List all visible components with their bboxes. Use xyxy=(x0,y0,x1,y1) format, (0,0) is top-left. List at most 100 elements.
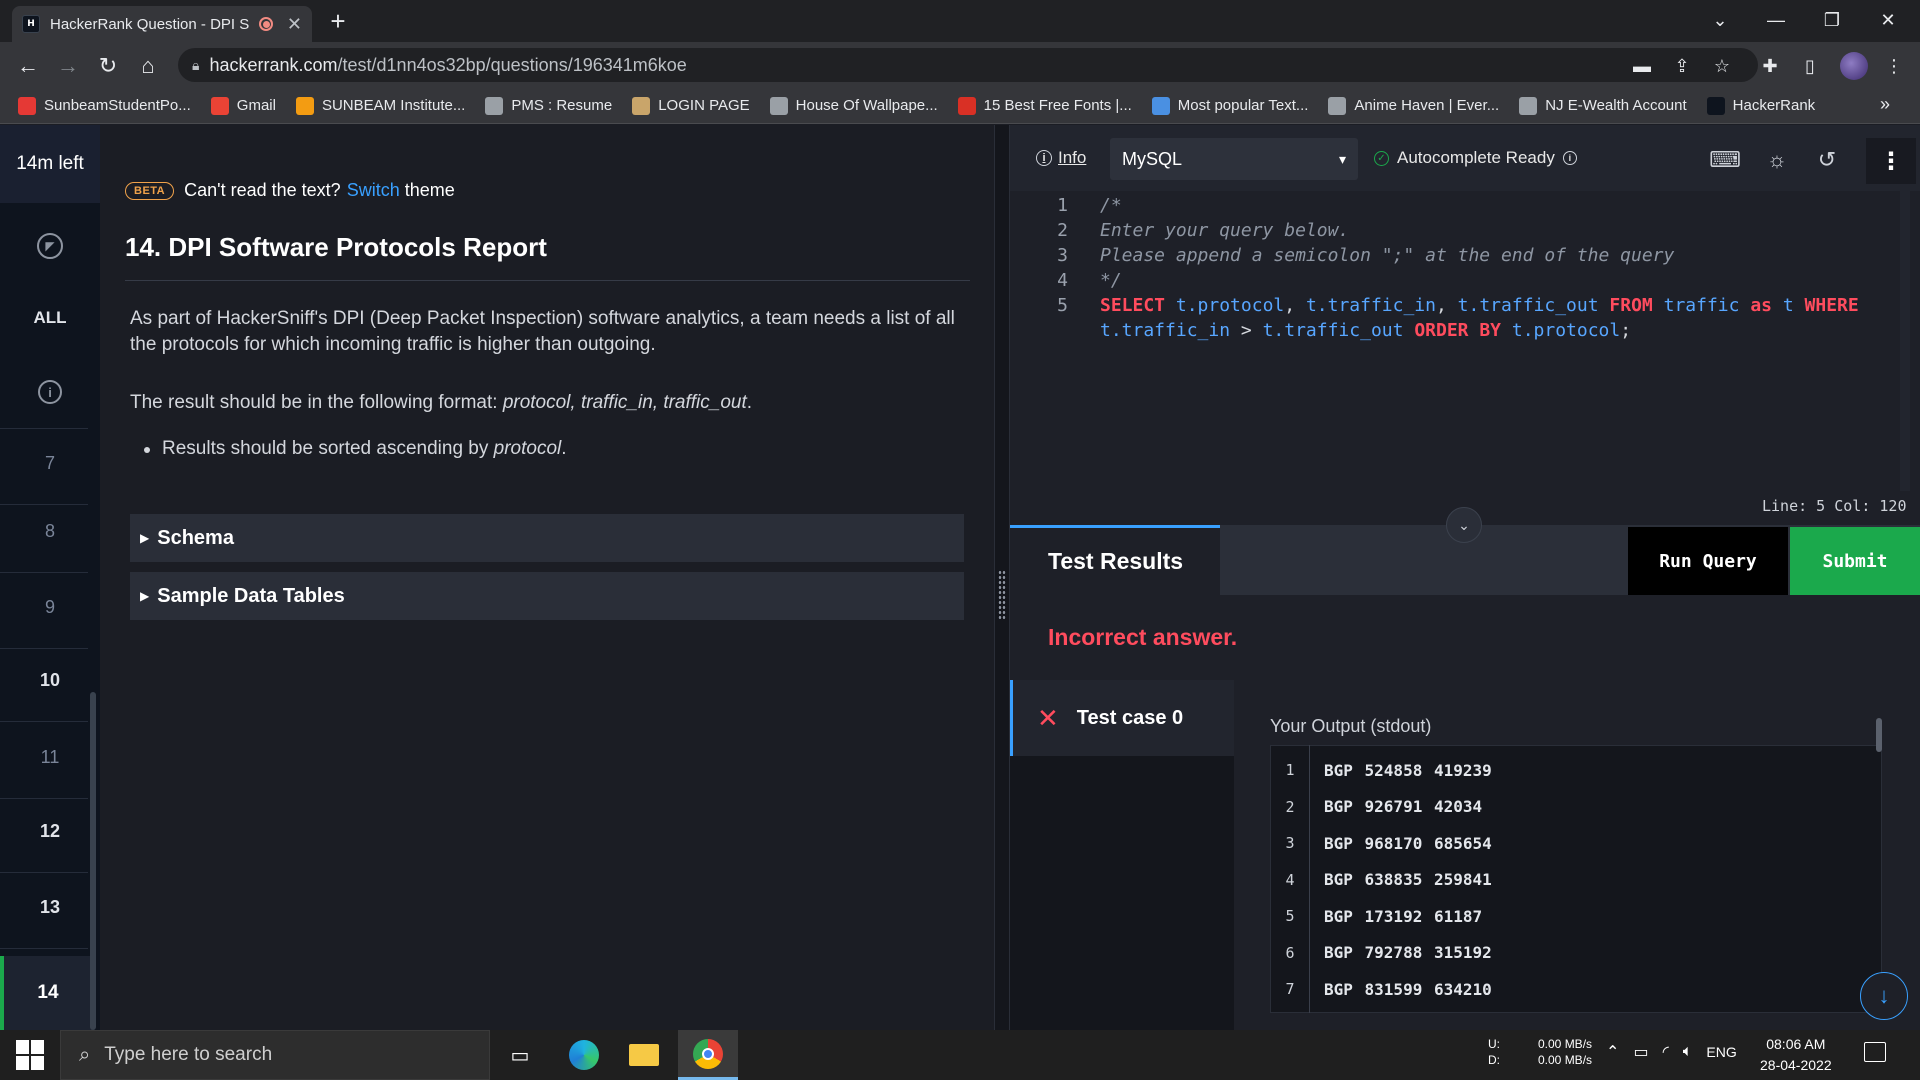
output-row: 5 BGP 173192 61187 xyxy=(1270,898,1482,934)
rail-question-item[interactable]: 9 xyxy=(0,584,100,630)
scroll-down-icon[interactable]: ↓ xyxy=(1860,972,1908,1020)
notifications-icon[interactable] xyxy=(1864,1042,1886,1062)
output-row-text: BGP 792788 315192 xyxy=(1324,943,1492,962)
keyboard-icon[interactable]: ⌨ xyxy=(1709,146,1741,174)
bookmark-label: PMS : Resume xyxy=(511,97,613,114)
minimize-button[interactable]: — xyxy=(1748,0,1804,40)
splitter-grip-icon[interactable] xyxy=(998,570,1006,620)
bookmark-item[interactable]: Anime Haven | Ever... xyxy=(1328,96,1499,115)
tab-search-icon[interactable]: ⌄ xyxy=(1692,0,1748,40)
autocomplete-info-icon[interactable]: i xyxy=(1562,151,1577,165)
bookmark-item[interactable]: 15 Best Free Fonts |... xyxy=(957,96,1132,115)
back-icon[interactable]: ← xyxy=(14,52,42,80)
info-button[interactable]: i Info xyxy=(1036,148,1086,168)
output-row-number: 4 xyxy=(1285,870,1295,889)
share-icon[interactable]: ⇪ xyxy=(1668,52,1696,80)
battery-icon[interactable]: ▭ xyxy=(1633,1042,1648,1062)
task-view-icon[interactable]: ▭ xyxy=(490,1030,550,1080)
volume-icon[interactable]: 🔈︎ xyxy=(1683,1043,1693,1061)
bookmark-item[interactable]: HackerRank xyxy=(1706,96,1815,115)
test-case-item[interactable]: ✕ Test case 0 xyxy=(1010,680,1234,756)
bookmark-item[interactable]: NJ E-Wealth Account xyxy=(1519,96,1687,115)
rail-question-item[interactable]: 8 xyxy=(0,508,100,554)
bookmark-item[interactable]: PMS : Resume xyxy=(485,96,613,115)
input-language[interactable]: ENG xyxy=(1706,1044,1736,1060)
close-tab-icon[interactable]: ✕ xyxy=(287,14,302,35)
extensions-icon[interactable]: ✚ xyxy=(1756,52,1784,80)
output-row: 3 BGP 968170 685654 xyxy=(1270,825,1491,861)
history-icon[interactable]: ↺ xyxy=(1812,146,1842,174)
line-number: 5 xyxy=(1057,295,1068,316)
clock-time: 08:06 AM xyxy=(1766,1036,1826,1052)
rail-scrollbar[interactable] xyxy=(90,692,96,1030)
output-row: 6 BGP 792788 315192 xyxy=(1270,935,1492,971)
rail-question-item[interactable]: 7 xyxy=(0,440,100,486)
address-bar[interactable]: 🔒︎ hackerrank.com/test/d1nn4os32bp/quest… xyxy=(178,48,1758,82)
close-window-button[interactable]: ✕ xyxy=(1860,0,1916,40)
bookmark-item[interactable]: Most popular Text... xyxy=(1151,96,1308,115)
bookmarks-overflow-icon[interactable]: » xyxy=(1880,94,1890,115)
bookmark-item[interactable]: LOGIN PAGE xyxy=(632,96,750,115)
recording-indicator-icon xyxy=(259,17,274,31)
compass-icon[interactable]: ◤ xyxy=(0,228,100,264)
run-query-button[interactable]: Run Query xyxy=(1628,527,1788,595)
rail-divider xyxy=(0,572,88,573)
taskbar-search[interactable]: ⌕ Type here to search xyxy=(60,1030,490,1080)
chrome-taskbar-icon[interactable] xyxy=(678,1030,738,1080)
rail-divider xyxy=(0,648,88,649)
file-explorer-icon[interactable] xyxy=(614,1030,674,1080)
browser-tab-active[interactable]: H HackerRank Question - DPI S ✕ xyxy=(12,6,312,42)
sample-data-accordion[interactable]: ▶ Sample Data Tables xyxy=(130,572,964,620)
bookmark-item[interactable]: SUNBEAM Institute... xyxy=(295,96,465,115)
rail-question-item[interactable]: 10 xyxy=(0,657,100,703)
restore-button[interactable]: ❐ xyxy=(1804,0,1860,40)
language-select[interactable]: MySQL ▾ xyxy=(1110,138,1358,180)
taskbar-clock[interactable]: 08:06 AM 28-04-2022 xyxy=(1760,1034,1832,1076)
output-row-number: 6 xyxy=(1285,943,1295,962)
rail-info-icon[interactable]: i xyxy=(0,374,100,410)
editor-more-icon[interactable]: ⋮ xyxy=(1866,138,1916,184)
rail-question-item[interactable]: 13 xyxy=(0,884,100,930)
new-tab-button[interactable]: + xyxy=(324,8,352,36)
tab-title: HackerRank Question - DPI S xyxy=(50,15,250,33)
rail-divider xyxy=(0,721,88,722)
switch-theme-link[interactable]: Switch xyxy=(347,180,400,200)
edge-icon[interactable] xyxy=(554,1030,614,1080)
wifi-icon[interactable]: ◜ xyxy=(1663,1042,1669,1062)
cursor-position: Line: 5 Col: 120 xyxy=(1762,497,1907,515)
rail-question-item[interactable]: 11 xyxy=(0,734,100,780)
windows-start-icon[interactable] xyxy=(16,1040,46,1070)
info-label: Info xyxy=(1058,148,1087,167)
output-scrollbar[interactable] xyxy=(1876,718,1882,752)
side-panel-icon[interactable]: ▯ xyxy=(1796,52,1824,80)
bookmark-item[interactable]: House Of Wallpape... xyxy=(769,96,938,115)
forward-icon[interactable]: → xyxy=(54,52,82,80)
theme-sun-icon[interactable]: ☼ xyxy=(1762,146,1792,174)
rail-question-current[interactable]: 14 xyxy=(0,956,92,1030)
rail-all[interactable]: ALL xyxy=(0,300,100,336)
code-editor[interactable]: 1 2 3 4 5 /* Enter your query below. Ple… xyxy=(1010,191,1910,491)
bookmark-item[interactable]: SunbeamStudentPo... xyxy=(18,96,191,115)
tray-chevron-icon[interactable]: ⌃ xyxy=(1606,1042,1619,1062)
collapse-editor-icon[interactable]: ⌄ xyxy=(1446,507,1482,543)
url-host: hackerrank.com xyxy=(209,54,338,75)
camera-icon[interactable]: ▬ xyxy=(1628,52,1656,80)
rail-question-item[interactable]: 12 xyxy=(0,808,100,854)
schema-accordion[interactable]: ▶ Schema xyxy=(130,514,964,562)
profile-avatar[interactable] xyxy=(1840,52,1868,80)
format-suffix: . xyxy=(746,392,753,413)
reload-icon[interactable]: ↻ xyxy=(94,52,122,80)
bookmark-item[interactable]: Gmail xyxy=(210,96,276,115)
bookmark-star-icon[interactable]: ☆ xyxy=(1708,52,1736,80)
verdict-message: Incorrect answer. xyxy=(1048,624,1238,650)
autocomplete-label: Autocomplete Ready xyxy=(1397,148,1555,167)
code-scrollbar[interactable] xyxy=(1900,191,1910,491)
tab-test-results[interactable]: Test Results xyxy=(1010,525,1220,595)
bookmark-favicon-icon xyxy=(1519,96,1538,115)
bookmark-favicon-icon xyxy=(18,96,36,115)
code-comment-line: Enter your query below. xyxy=(1100,220,1350,241)
browser-menu-icon[interactable]: ⋮ xyxy=(1880,52,1908,80)
submit-button[interactable]: Submit xyxy=(1790,527,1920,595)
bookmark-label: House Of Wallpape... xyxy=(795,97,938,114)
home-icon[interactable]: ⌂ xyxy=(134,52,162,80)
